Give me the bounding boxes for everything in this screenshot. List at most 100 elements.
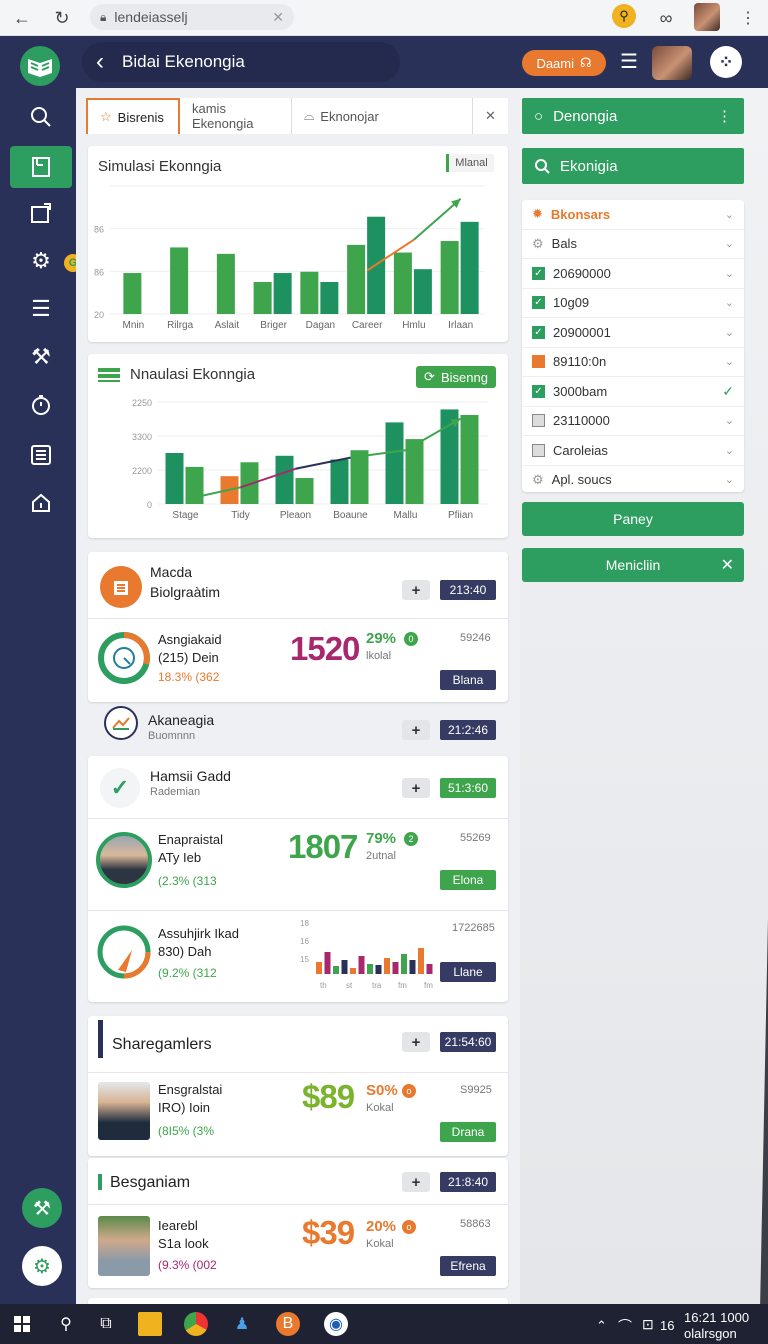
- filter-item[interactable]: ✓ 10g09 ⌄: [522, 289, 744, 318]
- chevron-down-icon[interactable]: ⌄: [725, 267, 734, 280]
- tray-network-icon[interactable]: ⌒: [618, 1316, 632, 1336]
- secondary-button[interactable]: Menicliin ✕: [522, 548, 744, 582]
- close-icon[interactable]: ✕: [721, 555, 734, 575]
- location-icon: ○: [534, 107, 544, 125]
- window-icon[interactable]: [10, 192, 72, 234]
- list-icon[interactable]: ☰: [10, 288, 72, 330]
- chart-action-button[interactable]: ⟳ Bisenng: [416, 366, 496, 388]
- more-icon[interactable]: ⋮: [717, 107, 732, 125]
- back-chevron-icon[interactable]: ‹: [96, 48, 104, 76]
- chrome-icon[interactable]: [184, 1312, 208, 1336]
- clear-url-icon[interactable]: ✕: [272, 9, 284, 26]
- filter-item[interactable]: ✹ Bkonsars ⌄: [522, 200, 744, 230]
- checkbox[interactable]: [532, 355, 545, 369]
- profile-avatar[interactable]: [694, 3, 720, 31]
- tab-kamis[interactable]: kamis Ekenongia: [180, 98, 292, 134]
- section-title: Akaneagia: [148, 712, 215, 728]
- filter-item[interactable]: ⚙ Bals ⌄: [522, 230, 744, 259]
- category-icon[interactable]: ✹: [532, 206, 543, 222]
- chevron-down-icon[interactable]: ⌄: [725, 237, 734, 250]
- search-label: Denongia: [553, 107, 618, 125]
- filter-item[interactable]: Caroleias ⌄: [522, 436, 744, 466]
- add-button[interactable]: +: [402, 720, 430, 740]
- stat-button[interactable]: Llane: [440, 962, 496, 982]
- add-button[interactable]: +: [402, 1032, 430, 1052]
- filter-item[interactable]: 89110:0n ⌄: [522, 348, 744, 377]
- menu-icon[interactable]: ☰: [620, 52, 640, 72]
- chevron-down-icon[interactable]: ⌄: [725, 326, 734, 339]
- y-tick-label: 18: [300, 919, 309, 928]
- donut-gauge: [96, 630, 152, 686]
- windows-start-icon[interactable]: [10, 1312, 34, 1336]
- add-button[interactable]: +: [402, 1172, 430, 1192]
- primary-button[interactable]: Paney: [522, 502, 744, 536]
- lock-icon: 🔒︎: [100, 9, 107, 24]
- time-tag: 21:2:46: [440, 720, 496, 740]
- filter-label: 3000bam: [553, 383, 608, 399]
- tray-app-icon[interactable]: ⊡: [642, 1316, 654, 1333]
- filter-item[interactable]: 23110000 ⌄: [522, 407, 744, 436]
- filter-item[interactable]: ✓ 20690000 ⌄: [522, 259, 744, 289]
- stat-button[interactable]: Elona: [440, 870, 496, 890]
- filter-item[interactable]: ✓ 20900001 ⌄: [522, 318, 744, 348]
- settings-fab[interactable]: ⚙: [22, 1246, 62, 1286]
- reload-icon[interactable]: ↻: [50, 6, 74, 30]
- app-logo[interactable]: [20, 46, 60, 86]
- link-icon[interactable]: ∞: [654, 6, 678, 30]
- checkbox[interactable]: ✓: [532, 266, 545, 280]
- gear-icon[interactable]: ⚙: [10, 240, 72, 282]
- tab-eknonojar[interactable]: ⌓ Eknonojar: [292, 98, 472, 134]
- checkbox[interactable]: ✓: [532, 325, 545, 339]
- timer-icon[interactable]: [10, 384, 72, 426]
- gear-icon[interactable]: ⚙: [532, 236, 544, 252]
- tab-bisrenis[interactable]: ☆ Bisrenis: [86, 98, 180, 134]
- stat-button[interactable]: Drana: [440, 1122, 496, 1142]
- task-view-icon[interactable]: ⧉: [94, 1312, 118, 1336]
- tray-lang[interactable]: 16: [660, 1318, 674, 1333]
- apps-grid-icon[interactable]: ⁘: [710, 46, 742, 78]
- checkbox[interactable]: ✓: [532, 296, 545, 310]
- tools-fab[interactable]: ⚒: [22, 1188, 62, 1228]
- checkbox[interactable]: [532, 443, 545, 457]
- folder-icon[interactable]: [138, 1312, 162, 1336]
- document-icon[interactable]: [10, 146, 72, 188]
- search-taskbar-icon[interactable]: ⚲: [54, 1312, 78, 1336]
- app-icon[interactable]: ♟: [230, 1312, 254, 1336]
- search-bar-2[interactable]: Ekonigia: [522, 148, 744, 184]
- user-avatar[interactable]: [652, 46, 692, 80]
- add-button[interactable]: +: [402, 778, 430, 798]
- close-tab-icon[interactable]: ✕: [472, 98, 508, 134]
- house-icon[interactable]: [10, 482, 72, 524]
- tray-chevron-icon[interactable]: ⌃: [596, 1318, 607, 1334]
- chevron-down-icon[interactable]: ⌄: [725, 414, 734, 427]
- chevron-down-icon[interactable]: ⌄: [725, 355, 734, 368]
- search-bar-1[interactable]: ○ Denongia ⋮: [522, 98, 744, 134]
- stat-button[interactable]: Efrena: [440, 1256, 496, 1276]
- trend-icon: [104, 706, 138, 740]
- app-orange-icon[interactable]: B: [276, 1312, 300, 1336]
- filter-item[interactable]: ⚙ Apl. soucs ⌄: [522, 466, 744, 495]
- chevron-down-icon[interactable]: ✓: [722, 383, 734, 400]
- chevron-down-icon[interactable]: ⌄: [725, 473, 734, 486]
- stat-button[interactable]: Blana: [440, 670, 496, 690]
- chevron-down-icon[interactable]: ⌄: [725, 444, 734, 457]
- stat-label-3: (9.3% (002: [158, 1258, 217, 1272]
- gear-icon[interactable]: ⚙: [532, 472, 544, 488]
- checklist-icon[interactable]: [10, 434, 72, 476]
- filter-item[interactable]: ✓ 3000bam ✓: [522, 377, 744, 407]
- demo-button[interactable]: Daami ☊: [522, 50, 606, 76]
- address-bar[interactable]: 🔒︎ lendeiasselj ✕: [90, 4, 294, 30]
- more-vert-icon[interactable]: ⋮: [736, 6, 760, 30]
- search-icon[interactable]: [10, 96, 72, 138]
- checkbox[interactable]: ✓: [532, 384, 545, 398]
- app-blue-icon[interactable]: ◉: [324, 1312, 348, 1336]
- extension-icon[interactable]: ⚲: [612, 4, 636, 28]
- bar: [330, 459, 349, 504]
- add-button[interactable]: +: [402, 580, 430, 600]
- chart-badge[interactable]: Mlanal: [446, 154, 494, 172]
- wand-icon[interactable]: ⚒: [10, 336, 72, 378]
- chevron-down-icon[interactable]: ⌄: [725, 296, 734, 309]
- back-arrow-icon[interactable]: ←: [10, 6, 34, 30]
- chevron-down-icon[interactable]: ⌄: [725, 208, 734, 221]
- checkbox[interactable]: [532, 414, 545, 428]
